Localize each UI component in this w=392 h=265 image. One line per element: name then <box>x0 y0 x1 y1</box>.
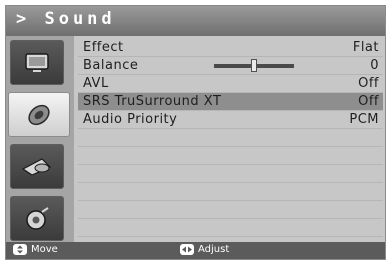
osd-frame: > Sound Effect Flat Balance 0 AVL Off SR… <box>5 5 386 260</box>
menu-item-value: Off <box>358 76 379 91</box>
empty-row <box>78 147 383 165</box>
menu-title: > Sound <box>16 9 116 29</box>
menu-item-balance[interactable]: Balance 0 <box>78 57 383 75</box>
sidebar-item-picture[interactable] <box>10 40 64 85</box>
menu-item-label: Effect <box>83 40 124 55</box>
picture-icon <box>25 52 49 72</box>
menu-item-value: 0 <box>370 58 379 73</box>
up-down-arrows-icon <box>13 244 27 255</box>
menu-item-label: AVL <box>83 76 109 91</box>
menu-item-label: SRS TruSurround XT <box>83 94 222 109</box>
move-hint: Move <box>13 244 58 255</box>
menu-item-value: Flat <box>352 40 379 55</box>
sidebar-item-setup[interactable] <box>10 196 64 241</box>
balance-slider[interactable] <box>214 59 294 72</box>
sound-icon <box>28 104 50 125</box>
menu-item-srs-trusurround[interactable]: SRS TruSurround XT Off <box>78 93 383 111</box>
empty-row <box>78 129 383 147</box>
sidebar-item-sound[interactable] <box>8 92 70 137</box>
channel-icon <box>21 157 52 176</box>
adjust-hint-label: Adjust <box>198 244 230 255</box>
empty-row <box>78 219 383 237</box>
empty-row <box>78 165 383 183</box>
move-hint-label: Move <box>31 244 58 255</box>
menu-item-effect[interactable]: Effect Flat <box>78 39 383 57</box>
menu-item-avl[interactable]: AVL Off <box>78 75 383 93</box>
empty-row <box>78 201 383 219</box>
menu-item-label: Balance <box>83 58 139 73</box>
sidebar-item-channel[interactable] <box>10 144 64 189</box>
adjust-hint: Adjust <box>180 244 229 255</box>
title-bar: > Sound <box>6 6 385 36</box>
menu-item-label: Audio Priority <box>83 112 178 127</box>
sound-menu-list: Effect Flat Balance 0 AVL Off SRS TruSur… <box>78 39 383 237</box>
balance-slider-thumb[interactable] <box>251 59 257 72</box>
category-sidebar <box>6 36 74 244</box>
empty-row <box>78 183 383 201</box>
setup-icon <box>26 206 49 230</box>
footer-hints: Move Adjust <box>6 242 385 259</box>
menu-item-value: PCM <box>349 112 379 127</box>
menu-item-value: Off <box>358 94 379 109</box>
menu-item-audio-priority[interactable]: Audio Priority PCM <box>78 111 383 129</box>
left-right-arrows-icon <box>180 244 194 255</box>
